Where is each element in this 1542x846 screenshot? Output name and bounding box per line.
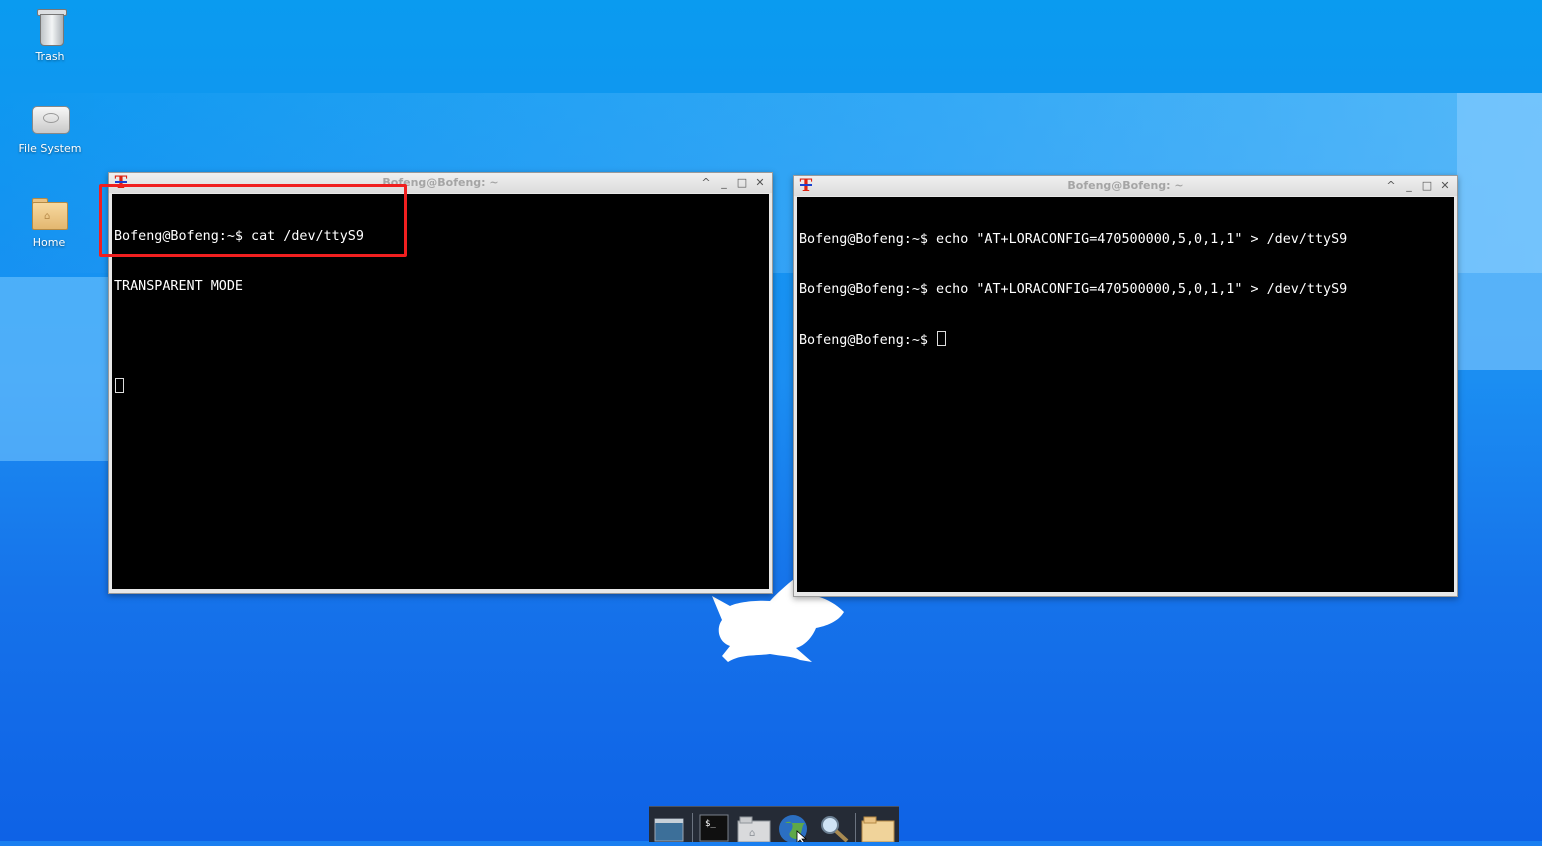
- dock: $_ ⌂: [649, 806, 899, 845]
- drive-icon: [30, 98, 70, 138]
- terminal-prompt-line: Bofeng@Bofeng:~$: [799, 331, 1452, 348]
- titlebar[interactable]: T Bofeng@Bofeng: ~ ^ _ □ ✕: [109, 173, 772, 193]
- desktop-icon-label: File System: [18, 142, 82, 155]
- titlebar[interactable]: T Bofeng@Bofeng: ~ ^ _ □ ✕: [794, 176, 1457, 196]
- minimize-button[interactable]: _: [1401, 178, 1417, 194]
- close-button[interactable]: ✕: [1437, 178, 1453, 194]
- desktop-icon-home[interactable]: ⌂ Home: [4, 192, 94, 249]
- terminal-output[interactable]: Bofeng@Bofeng:~$ echo "AT+LORACONFIG=470…: [797, 197, 1454, 592]
- wallpaper-band: [0, 277, 120, 461]
- text-cursor: [937, 331, 947, 346]
- folder-icon[interactable]: [861, 813, 895, 843]
- maximize-button[interactable]: □: [1419, 178, 1435, 194]
- desktop-icon-trash[interactable]: Trash: [5, 6, 95, 63]
- desktop-icon-label: Home: [32, 236, 66, 249]
- window-title: Bofeng@Bofeng: ~: [1067, 179, 1184, 192]
- terminal-output[interactable]: Bofeng@Bofeng:~$ cat /dev/ttyS9 TRANSPAR…: [112, 194, 769, 589]
- terminal-window-right[interactable]: T Bofeng@Bofeng: ~ ^ _ □ ✕ Bofeng@Bofeng…: [793, 175, 1458, 597]
- trash-icon: [30, 6, 70, 46]
- desktop-icon-label: Trash: [35, 50, 65, 63]
- close-button[interactable]: ✕: [752, 175, 768, 191]
- terminal-prompt: Bofeng@Bofeng:~$: [799, 333, 937, 348]
- terminal-line: Bofeng@Bofeng:~$ echo "AT+LORACONFIG=470…: [799, 232, 1348, 247]
- maximize-up-button[interactable]: ^: [698, 175, 714, 191]
- home-folder-icon[interactable]: ⌂: [737, 813, 771, 843]
- svg-text:⌂: ⌂: [749, 828, 755, 839]
- minimize-button[interactable]: _: [716, 175, 732, 191]
- home-folder-icon: ⌂: [29, 192, 69, 232]
- show-desktop-icon[interactable]: [653, 813, 685, 842]
- search-icon[interactable]: [817, 813, 849, 843]
- wallpaper-band: [1457, 93, 1542, 370]
- terminal-line: Bofeng@Bofeng:~$ cat /dev/ttyS9: [114, 229, 364, 244]
- terminal-glyph: $_: [705, 819, 716, 829]
- maximize-button[interactable]: □: [734, 175, 750, 191]
- terminal-icon[interactable]: $_: [699, 813, 731, 842]
- terminal-line: TRANSPARENT MODE: [114, 278, 243, 294]
- terminal-line: Bofeng@Bofeng:~$ echo "AT+LORACONFIG=470…: [799, 281, 1348, 297]
- window-title: Bofeng@Bofeng: ~: [382, 176, 499, 189]
- terminal-window-left[interactable]: T Bofeng@Bofeng: ~ ^ _ □ ✕ Bofeng@Bofeng…: [108, 172, 773, 594]
- text-cursor: [115, 377, 124, 393]
- maximize-up-button[interactable]: ^: [1383, 178, 1399, 194]
- desktop-icon-file-system[interactable]: File System: [5, 98, 95, 155]
- terminal-cursor-line: [114, 377, 767, 395]
- web-browser-icon[interactable]: [777, 813, 809, 845]
